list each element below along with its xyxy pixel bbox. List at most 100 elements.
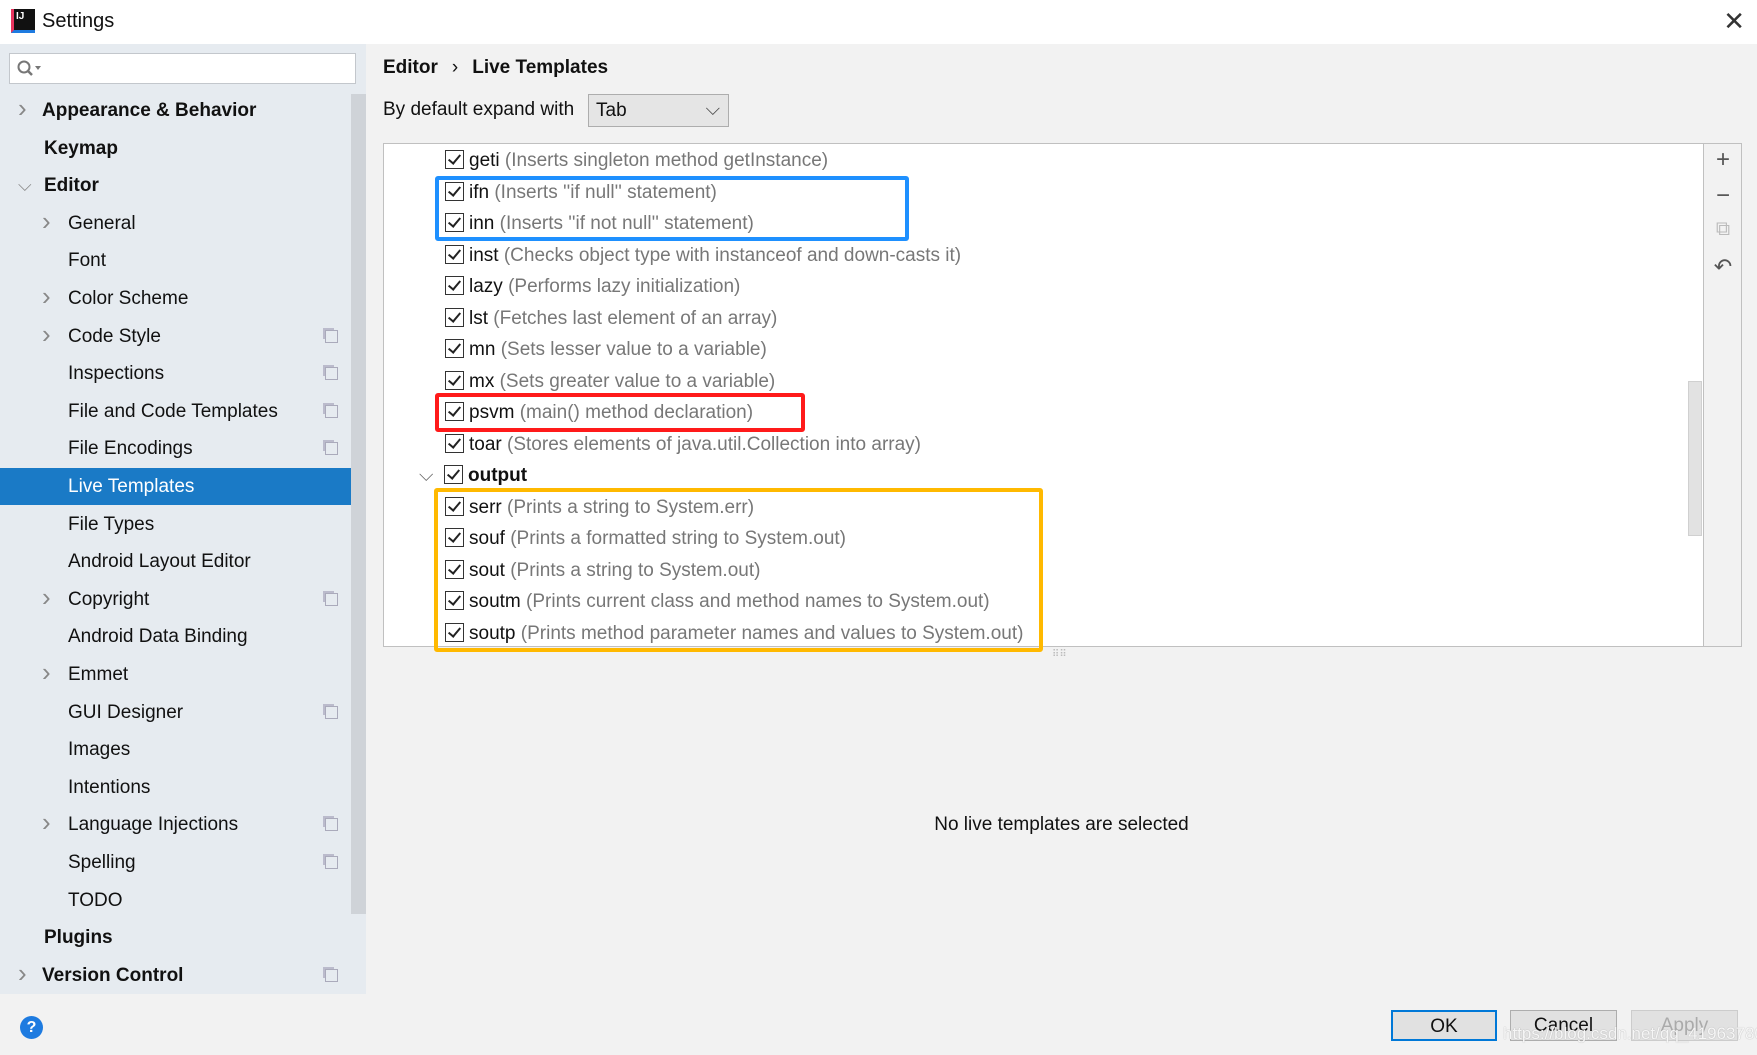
chevron-right-icon[interactable]: › [18,90,27,127]
chevron-right-icon[interactable]: › [42,278,51,315]
template-description: (main() method declaration) [519,402,754,423]
template-row-mn[interactable]: mn (Sets lesser value to a variable) [445,334,767,365]
sidebar-item-android-data-binding[interactable]: Android Data Binding [0,618,366,655]
sidebar-item-label: Color Scheme [68,288,189,309]
template-abbreviation: serr [469,496,502,518]
restore-icon[interactable]: ↶ [1712,254,1734,280]
template-group-output[interactable]: ⌵ output [414,460,527,491]
sidebar-item-label: Android Layout Editor [68,551,251,573]
project-scope-icon [325,968,338,982]
chevron-right-icon[interactable]: › [18,955,27,992]
template-row-inn[interactable]: inn (Inserts ''if not null'' statement) [445,208,754,239]
sidebar-item-font[interactable]: Font [0,242,366,279]
template-row-ifn[interactable]: ifn (Inserts ''if null'' statement) [445,177,717,208]
template-row-toar[interactable]: toar (Stores elements of java.util.Colle… [445,429,921,460]
sidebar-item-live-templates[interactable]: Live Templates [0,468,366,505]
chevron-right-icon[interactable]: › [42,203,51,240]
sidebar-item-file-and-code-templates[interactable]: File and Code Templates [0,393,366,430]
project-scope-icon [325,856,338,869]
checkbox[interactable] [445,181,464,201]
checkbox[interactable] [445,591,464,610]
template-row-soutm[interactable]: soutm (Prints current class and method n… [445,586,990,617]
search-icon [17,60,41,76]
checkbox[interactable] [445,370,464,390]
chevron-right-icon[interactable]: › [42,316,51,353]
sidebar-item-editor[interactable]: ⌵ Editor [0,167,366,204]
chevron-down-icon[interactable]: ⌵ [419,460,433,491]
sidebar-item-label: Copyright [68,588,150,610]
checkbox[interactable] [445,244,464,264]
remove-icon[interactable]: − [1712,182,1734,210]
sidebar-item-code-style[interactable]: › Code Style [0,318,366,355]
chevron-down-icon[interactable]: ⌵ [18,167,32,204]
sidebar-item-spelling[interactable]: Spelling [0,844,366,881]
checkbox[interactable] [445,559,464,579]
expand-key-dropdown[interactable]: Tab ⌵ [588,94,729,127]
sidebar-item-file-types[interactable]: File Types [0,506,366,543]
project-scope-icon [325,592,338,606]
sidebar-item-color-scheme[interactable]: › Color Scheme [0,280,366,317]
breadcrumb-editor[interactable]: Editor [383,57,438,78]
close-icon[interactable]: ✕ [1723,6,1745,37]
template-abbreviation: soutp [469,622,516,644]
checkbox[interactable] [445,339,464,358]
chevron-right-icon[interactable]: › [42,804,51,841]
sidebar-item-android-layout-editor[interactable]: Android Layout Editor [0,543,366,580]
checkbox[interactable] [444,465,463,484]
search-input[interactable] [9,53,356,84]
sidebar-item-copyright[interactable]: › Copyright [0,581,366,618]
live-templates-panel: Editor › Live Templates By default expand … [366,44,1757,994]
sidebar-item-keymap[interactable]: Keymap [0,130,366,167]
sidebar-item-file-encodings[interactable]: File Encodings [0,430,366,467]
sidebar-item-plugins[interactable]: Plugins [0,919,366,956]
template-abbreviation: soutm [469,591,521,612]
template-row-mx[interactable]: mx (Sets greater value to a variable) [445,366,775,397]
template-row-serr[interactable]: serr (Prints a string to System.err) [445,492,754,523]
checkbox[interactable] [445,150,464,169]
checkbox[interactable] [445,307,464,327]
template-row-lazy[interactable]: lazy (Performs lazy initialization) [445,271,740,302]
checkbox[interactable] [445,276,464,295]
sidebar-item-label: Plugins [44,927,113,949]
tree-scrollbar[interactable] [1688,381,1702,536]
checkbox[interactable] [445,496,464,516]
template-row-lst[interactable]: lst (Fetches last element of an array) [445,303,777,334]
add-icon[interactable]: + [1712,146,1734,174]
checkbox[interactable] [445,622,464,642]
sidebar-item-intentions[interactable]: Intentions [0,769,366,806]
template-description: (Performs lazy initialization) [508,276,741,297]
sidebar-item-appearance-behavior[interactable]: › Appearance & Behavior [0,92,366,129]
template-abbreviation: sout [469,559,505,581]
sidebar-item-version-control[interactable]: › Version Control [0,957,366,994]
sidebar-item-gui-designer[interactable]: GUI Designer [0,694,366,731]
template-row-inst[interactable]: inst (Checks object type with instanceof… [445,240,961,271]
sidebar-item-language-injections[interactable]: › Language Injections [0,806,366,843]
watermark: https://blog.csdn.net/qq_41963780 [1503,1024,1757,1043]
checkbox[interactable] [445,528,464,547]
template-row-psvm[interactable]: psvm (main() method declaration) [445,397,753,428]
sidebar-item-general[interactable]: › General [0,205,366,242]
splitter-handle[interactable]: ⠿⠿ [1052,649,1067,660]
checkbox[interactable] [445,433,464,453]
sidebar-item-inspections[interactable]: Inspections [0,355,366,392]
template-row-soutp[interactable]: soutp (Prints method parameter names and… [445,618,1023,647]
template-row-sout[interactable]: sout (Prints a string to System.out) [445,555,760,586]
sidebar-item-label: TODO [68,889,123,911]
template-description: (Inserts ''if null'' statement) [494,181,717,203]
expand-value: Tab [596,100,627,121]
sidebar-item-images[interactable]: Images [0,731,366,768]
sidebar-item-label: Keymap [44,137,118,159]
sidebar-item-emmet[interactable]: › Emmet [0,656,366,693]
template-row-souf[interactable]: souf (Prints a formatted string to Syste… [445,523,846,554]
template-abbreviation: inst [469,244,499,266]
checkbox[interactable] [445,402,464,421]
checkbox[interactable] [445,213,464,232]
sidebar-scrollbar[interactable] [351,94,366,914]
template-row-geti[interactable]: geti (Inserts singleton method getInstan… [445,145,828,176]
ok-button[interactable]: OK [1391,1010,1497,1041]
sidebar-item-todo[interactable]: TODO [0,882,366,919]
help-icon[interactable]: ? [20,1016,43,1039]
chevron-right-icon[interactable]: › [42,654,51,691]
copy-icon[interactable]: ⧉ [1712,218,1734,241]
chevron-right-icon[interactable]: › [42,579,51,616]
